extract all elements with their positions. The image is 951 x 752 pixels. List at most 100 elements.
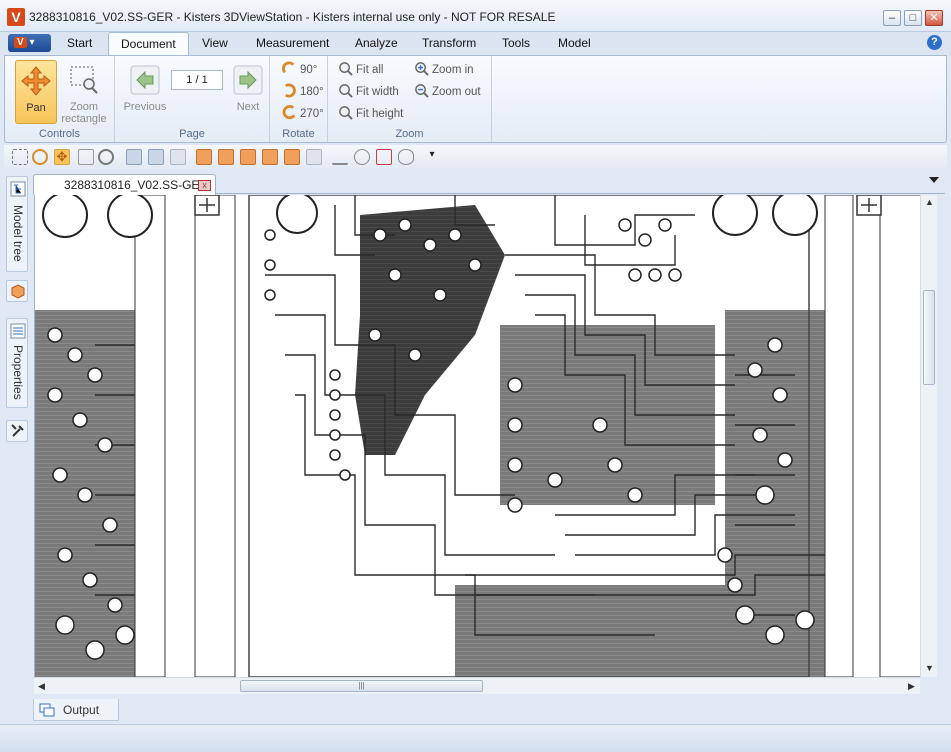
- output-tab[interactable]: Output: [33, 699, 119, 721]
- tab-list-dropdown-icon[interactable]: [929, 177, 939, 183]
- cube-side-icon[interactable]: [240, 149, 256, 165]
- scroll-down-icon[interactable]: ▼: [925, 663, 934, 673]
- close-button[interactable]: ✕: [925, 10, 943, 26]
- horizontal-scrollbar[interactable]: ◀ ||| ▶: [34, 677, 920, 694]
- properties-icon: [10, 323, 26, 339]
- redline-rect-icon[interactable]: [376, 149, 392, 165]
- output-label: Output: [63, 703, 100, 717]
- fit-height-button[interactable]: Fit height: [338, 104, 403, 124]
- status-bar: [0, 724, 951, 752]
- rotate-180-icon: [284, 83, 296, 98]
- zoom-in-button[interactable]: Zoom in: [414, 60, 474, 80]
- zoom-group-label: Zoom: [395, 128, 424, 140]
- page-number-field[interactable]: 1 / 1: [171, 70, 223, 90]
- tab-view[interactable]: View: [202, 36, 228, 50]
- app-logo-icon: V: [7, 8, 25, 26]
- tab-start[interactable]: Start: [67, 36, 92, 50]
- zoom-rectangle-button[interactable]: Zoom rectangle: [61, 60, 107, 125]
- fit-width-button[interactable]: Fit width: [338, 82, 399, 102]
- zoom-out-label: Zoom out: [432, 86, 481, 98]
- cube-icon[interactable]: [196, 149, 212, 165]
- tab-transform[interactable]: Transform: [422, 36, 476, 50]
- page-group-label: Page: [179, 128, 205, 140]
- select-icon[interactable]: [12, 149, 28, 165]
- redline-cloud-icon[interactable]: [398, 149, 414, 165]
- help-icon[interactable]: ?: [927, 35, 942, 50]
- scroll-up-icon[interactable]: ▲: [925, 197, 934, 207]
- rotate-90-button[interactable]: 90°: [282, 60, 317, 80]
- output-panel-bar: Output: [0, 696, 951, 724]
- rotate-270-button[interactable]: 270°: [282, 104, 324, 124]
- title-bar: V 3288310816_V02.SS-GER - Kisters 3DView…: [0, 0, 951, 32]
- cube-remove-icon[interactable]: [262, 149, 278, 165]
- pan-icon: [21, 66, 51, 96]
- document-tab-bar: 3288310816_V02.SS-GER x: [33, 172, 945, 195]
- scroll-right-icon[interactable]: ▶: [908, 681, 915, 692]
- fit-all-button[interactable]: Fit all: [338, 60, 383, 80]
- zoom-rectangle-label-2: rectangle: [61, 113, 107, 125]
- model-tree-label: Model tree: [11, 205, 25, 262]
- cube-wire-icon[interactable]: [306, 149, 322, 165]
- close-icon[interactable]: x: [198, 180, 211, 191]
- redline-circle-icon[interactable]: [354, 149, 370, 165]
- ribbon: Pan Zoom rectangle Controls Previous 1 /…: [4, 55, 947, 143]
- view-side-icon[interactable]: [170, 149, 186, 165]
- minimize-button[interactable]: –: [883, 10, 901, 26]
- zoom-rectangle-icon: [70, 66, 98, 94]
- document-tab[interactable]: 3288310816_V02.SS-GER x: [33, 174, 216, 195]
- next-button[interactable]: Next: [227, 60, 269, 124]
- properties-tab[interactable]: Properties: [6, 318, 28, 408]
- toolbar-overflow-icon[interactable]: ▾: [424, 149, 440, 165]
- tab-measurement[interactable]: Measurement: [256, 36, 329, 50]
- previous-label: Previous: [123, 101, 167, 113]
- app-menu-button[interactable]: V ▾: [8, 34, 51, 52]
- properties-label: Properties: [11, 345, 25, 400]
- cube-front-icon[interactable]: [284, 149, 300, 165]
- zoom-out-button[interactable]: Zoom out: [414, 82, 481, 102]
- side-panel: Model tree Properties: [4, 172, 29, 692]
- cube-panel-tab[interactable]: [6, 280, 28, 302]
- tab-tools[interactable]: Tools: [502, 36, 530, 50]
- tab-model[interactable]: Model: [558, 36, 591, 50]
- ribbon-tab-bar: V ▾ Start Document View Measurement Anal…: [0, 32, 951, 56]
- pan-button[interactable]: Pan: [15, 60, 57, 124]
- tools-panel-tab[interactable]: [6, 420, 28, 442]
- rotate-180-button[interactable]: 180°: [282, 82, 324, 102]
- zoom-in-label: Zoom in: [432, 64, 474, 76]
- model-tree-icon: [10, 181, 26, 197]
- pcb-layout-drawing: [35, 195, 920, 677]
- arrow-left-icon: [130, 65, 160, 95]
- scroll-left-icon[interactable]: ◀: [38, 681, 45, 692]
- fit-height-icon: [339, 106, 353, 120]
- zoom-group: Fit all Fit width Fit height Zoom in Zoo…: [328, 56, 492, 142]
- flag-icon[interactable]: [332, 149, 348, 165]
- rotate-icon[interactable]: [32, 149, 48, 165]
- rotate-180-label: 180°: [300, 86, 324, 98]
- zoom-rectangle-icon[interactable]: [78, 149, 94, 165]
- previous-button[interactable]: Previous: [121, 60, 169, 124]
- app-menu-logo-icon: V: [14, 37, 27, 48]
- rotate-group-label: Rotate: [282, 128, 315, 140]
- zoom-icon[interactable]: [98, 149, 114, 165]
- vertical-scrollbar[interactable]: ▲ ▼: [920, 195, 937, 677]
- rotate-270-icon: [282, 105, 296, 120]
- tab-document[interactable]: Document: [108, 32, 189, 56]
- pan-label: Pan: [26, 102, 46, 114]
- rotate-90-label: 90°: [300, 64, 318, 76]
- controls-group: Pan Zoom rectangle Controls: [5, 56, 115, 142]
- maximize-button[interactable]: □: [904, 10, 922, 26]
- controls-group-label: Controls: [39, 128, 80, 140]
- rotate-270-label: 270°: [300, 108, 324, 120]
- pcb-viewport[interactable]: [34, 195, 920, 677]
- horizontal-scroll-thumb[interactable]: |||: [240, 680, 483, 692]
- next-label: Next: [236, 101, 260, 113]
- vertical-scroll-thumb[interactable]: [923, 290, 935, 385]
- document-tab-label: 3288310816_V02.SS-GER: [64, 178, 209, 192]
- cube-icon: [11, 284, 25, 299]
- pan-icon[interactable]: ✥: [54, 149, 70, 165]
- view-back-icon[interactable]: [148, 149, 164, 165]
- model-tree-tab[interactable]: Model tree: [6, 176, 28, 272]
- tab-analyze[interactable]: Analyze: [355, 36, 398, 50]
- view-front-icon[interactable]: [126, 149, 142, 165]
- cube-top-icon[interactable]: [218, 149, 234, 165]
